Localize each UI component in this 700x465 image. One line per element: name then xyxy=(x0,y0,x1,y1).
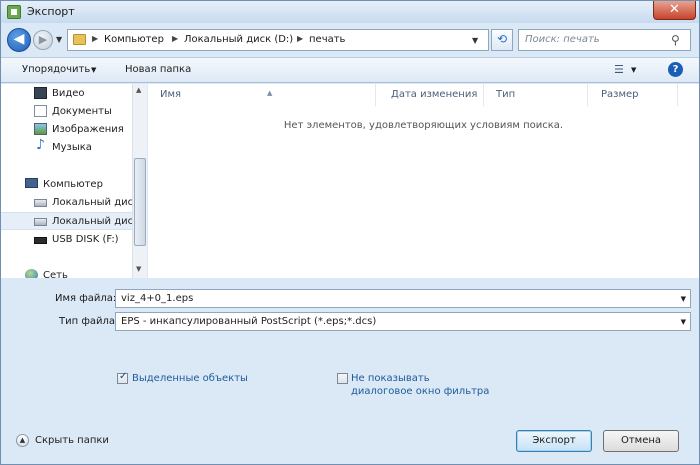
column-header-size[interactable]: Размер xyxy=(588,84,678,106)
nav-item-label: Документы xyxy=(52,106,112,117)
navigation-pane: Видео Документы Изображения Музыка Компь… xyxy=(1,84,147,278)
breadcrumb-computer[interactable]: Компьютер xyxy=(104,34,164,45)
breadcrumb-separator-icon[interactable]: ▶ xyxy=(172,34,178,43)
export-dialog: Экспорт ✕ ◀ ▶ ▼ ▶ Компьютер ▶ Локальный … xyxy=(0,0,700,465)
filename-field[interactable]: viz_4+0_1.eps ▼ xyxy=(115,289,691,308)
column-header-label: Имя xyxy=(160,89,182,100)
nav-item-label: Видео xyxy=(52,88,85,99)
forward-button[interactable]: ▶ xyxy=(33,30,53,50)
column-header-label: Тип xyxy=(496,89,516,100)
scroll-down-icon[interactable]: ▼ xyxy=(136,265,141,273)
filename-value[interactable]: viz_4+0_1.eps xyxy=(121,293,193,304)
drive-icon xyxy=(34,218,47,226)
organize-button[interactable]: Упорядочить xyxy=(22,64,90,75)
export-button[interactable]: Экспорт xyxy=(516,430,592,452)
back-button[interactable]: ◀ xyxy=(7,28,31,52)
toolbar: Упорядочить ▼ Новая папка ☰ ▼ ? xyxy=(1,57,699,83)
scroll-up-icon[interactable]: ▲ xyxy=(136,86,141,94)
pictures-icon xyxy=(34,123,47,135)
app-icon xyxy=(7,5,21,19)
close-button[interactable]: ✕ xyxy=(653,1,696,20)
nav-item-usb[interactable]: USB DISK (F:) xyxy=(1,231,132,249)
nav-item-pictures[interactable]: Изображения xyxy=(1,121,132,139)
help-icon[interactable]: ? xyxy=(668,62,683,77)
usb-icon xyxy=(34,237,47,244)
breadcrumb-separator-icon[interactable]: ▶ xyxy=(297,34,303,43)
address-bar-row: ◀ ▶ ▼ ▶ Компьютер ▶ Локальный диск (D:) … xyxy=(1,25,699,55)
filetype-select[interactable]: EPS - инкапсулированный PostScript (*.ep… xyxy=(115,312,691,331)
chevron-down-icon[interactable]: ▼ xyxy=(631,66,636,74)
chevron-down-icon[interactable]: ▼ xyxy=(91,66,96,74)
chevron-down-icon[interactable]: ▼ xyxy=(681,295,686,303)
video-icon xyxy=(34,87,47,99)
column-header-type[interactable]: Тип xyxy=(484,84,588,106)
column-header-name[interactable]: Имя ▲ xyxy=(148,84,376,106)
column-header-label: Размер xyxy=(601,89,639,100)
network-icon xyxy=(25,269,38,278)
chevron-down-icon[interactable]: ▼ xyxy=(681,318,686,326)
search-box[interactable]: Поиск: печать ⚲ xyxy=(518,29,691,51)
search-icon[interactable]: ⚲ xyxy=(671,33,680,47)
nav-item-network[interactable]: Сеть xyxy=(1,267,132,278)
nav-item-label: Локальный диск xyxy=(52,197,140,208)
views-icon[interactable]: ☰ xyxy=(614,63,624,76)
new-folder-button[interactable]: Новая папка xyxy=(125,64,191,75)
nav-item-drive-c[interactable]: Локальный диск xyxy=(1,194,139,212)
filetype-label: Тип файла: xyxy=(59,316,119,327)
documents-icon xyxy=(34,105,47,117)
nav-item-label: Сеть xyxy=(43,270,68,278)
nav-item-drive-d[interactable]: Локальный диск xyxy=(1,212,139,230)
cancel-button[interactable]: Отмена xyxy=(603,430,679,452)
music-icon xyxy=(36,137,45,153)
refresh-button[interactable]: ⟲ xyxy=(491,29,513,51)
title-bar: Экспорт ✕ xyxy=(1,1,699,23)
address-dropdown-icon[interactable]: ▼ xyxy=(472,36,478,45)
drive-icon xyxy=(34,199,47,207)
selected-objects-label[interactable]: Выделенные объекты xyxy=(132,372,248,385)
column-header-label: Дата изменения xyxy=(391,89,478,100)
nav-item-video[interactable]: Видео xyxy=(1,85,132,103)
nav-item-label: USB DISK (F:) xyxy=(52,234,119,245)
sort-arrow-icon: ▲ xyxy=(267,89,273,97)
column-header-date[interactable]: Дата изменения xyxy=(380,84,484,106)
selected-objects-checkbox[interactable] xyxy=(117,371,128,384)
scrollbar-thumb[interactable] xyxy=(134,158,146,246)
no-filter-dialog-label[interactable]: Не показывать xyxy=(351,372,430,385)
no-filter-dialog-label-line2[interactable]: диалоговое окно фильтра xyxy=(351,385,489,398)
nav-item-computer[interactable]: Компьютер xyxy=(1,176,132,194)
chevron-up-icon: ▲ xyxy=(16,434,29,447)
computer-icon xyxy=(25,178,38,188)
filename-label: Имя файла: xyxy=(55,293,117,304)
nav-item-label: Изображения xyxy=(52,124,124,135)
file-list[interactable]: Имя ▲ Дата изменения Тип Размер Нет элем… xyxy=(148,84,699,278)
address-bar[interactable]: ▶ Компьютер ▶ Локальный диск (D:) ▶ печа… xyxy=(67,29,489,51)
history-dropdown-icon[interactable]: ▼ xyxy=(56,35,62,44)
search-input[interactable]: Поиск: печать xyxy=(525,34,600,45)
nav-item-music[interactable]: Музыка xyxy=(1,137,132,157)
breadcrumb-folder[interactable]: печать xyxy=(309,34,345,45)
folder-icon xyxy=(73,34,86,45)
hide-folders-label: Скрыть папки xyxy=(35,435,109,446)
empty-folder-message: Нет элементов, удовлетворяющих условиям … xyxy=(283,120,564,131)
nav-item-label: Музыка xyxy=(52,142,92,153)
nav-scrollbar[interactable]: ▲ ▼ xyxy=(132,84,147,278)
breadcrumb-drive-d[interactable]: Локальный диск (D:) xyxy=(184,34,293,45)
nav-item-label: Компьютер xyxy=(43,179,103,190)
nav-item-label: Локальный диск xyxy=(52,216,140,227)
window-title: Экспорт xyxy=(27,5,75,18)
breadcrumb-separator-icon[interactable]: ▶ xyxy=(92,34,98,43)
nav-item-documents[interactable]: Документы xyxy=(1,103,132,121)
filetype-value: EPS - инкапсулированный PostScript (*.ep… xyxy=(121,316,377,327)
no-filter-dialog-checkbox[interactable] xyxy=(337,373,348,384)
